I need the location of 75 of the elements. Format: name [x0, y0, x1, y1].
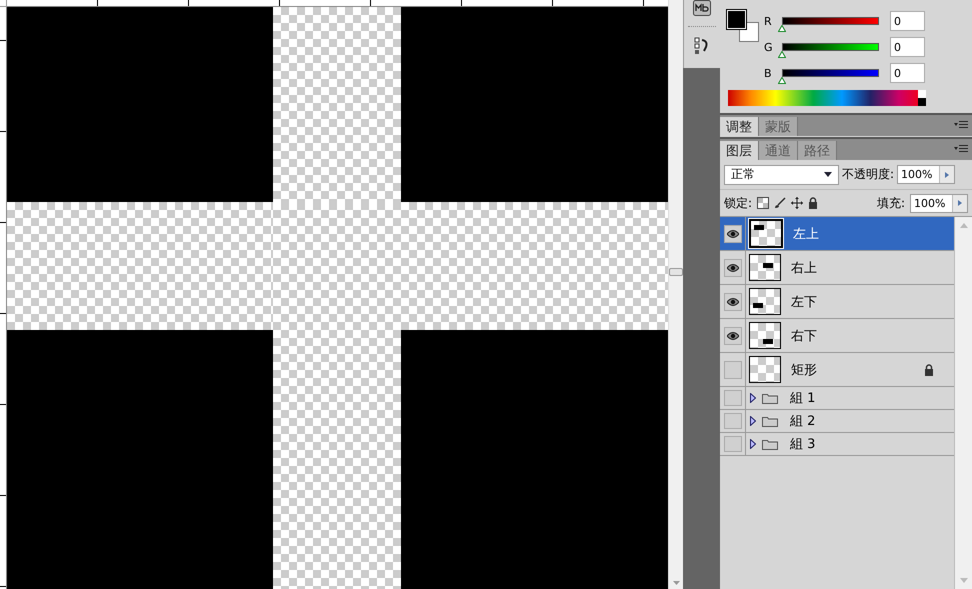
- visibility-toggle[interactable]: [724, 436, 742, 452]
- eye-icon: [726, 298, 738, 306]
- history-icon[interactable]: [694, 37, 710, 55]
- group-name: 組 2: [790, 413, 816, 430]
- panel-menu-icon[interactable]: [954, 144, 968, 153]
- layer-thumbnail: [749, 356, 781, 383]
- expand-right-icon[interactable]: [750, 439, 756, 449]
- expand-right-icon[interactable]: [750, 393, 756, 403]
- blend-mode-dropdown[interactable]: 正常: [724, 164, 839, 184]
- layer-name: 右上: [791, 260, 817, 276]
- lock-icon[interactable]: [808, 197, 818, 209]
- layer-thumbnail: [749, 322, 781, 349]
- layer-name: 左下: [791, 294, 817, 310]
- layer-row[interactable]: 右下: [720, 319, 954, 353]
- channel-label: G: [764, 40, 774, 54]
- color-swatches[interactable]: [726, 9, 760, 43]
- slider-thumb[interactable]: [778, 51, 786, 58]
- arrow-right-icon: [945, 172, 950, 178]
- group-name: 組 3: [790, 436, 816, 453]
- fill-field[interactable]: 100%: [910, 194, 968, 212]
- layer-name: 矩形: [791, 362, 817, 378]
- folder-icon: [762, 392, 778, 404]
- brush-icon[interactable]: [774, 197, 786, 209]
- expand-right-icon[interactable]: [750, 416, 756, 426]
- group-name: 組 1: [790, 390, 816, 407]
- layer-row[interactable]: 左上: [720, 217, 954, 251]
- channel-label: R: [764, 14, 773, 28]
- visibility-toggle[interactable]: [724, 326, 742, 344]
- opacity-field[interactable]: 100%: [897, 165, 956, 184]
- layer-row[interactable]: 組 3: [720, 433, 954, 456]
- layer-name: 左上: [793, 226, 819, 242]
- visibility-toggle[interactable]: [724, 224, 742, 242]
- value-field[interactable]: 0: [890, 37, 925, 57]
- eye-icon: [726, 264, 738, 272]
- color-spectrum[interactable]: [728, 90, 918, 106]
- opacity-label: 不透明度:: [842, 166, 894, 183]
- layer-row[interactable]: 組 2: [720, 410, 954, 433]
- stepper-button[interactable]: [952, 194, 967, 212]
- folder-icon: [762, 415, 778, 427]
- dropdown-arrow-icon: [824, 172, 832, 177]
- folder-icon: [762, 438, 778, 450]
- visibility-toggle[interactable]: [724, 360, 742, 378]
- slider-thumb[interactable]: [778, 25, 786, 32]
- layer-row[interactable]: 右上: [720, 251, 954, 285]
- value-field[interactable]: 0: [890, 63, 925, 83]
- layer-row[interactable]: 左下: [720, 285, 954, 319]
- value-field[interactable]: 0: [890, 11, 925, 31]
- panel-menu-icon[interactable]: [954, 120, 968, 129]
- panel-tab[interactable]: 图层: [720, 141, 759, 160]
- visibility-toggle[interactable]: [724, 390, 742, 406]
- layer-thumbnail: [749, 254, 781, 281]
- default-colors-swatch[interactable]: [918, 90, 926, 106]
- ruler-origin[interactable]: [0, 0, 7, 7]
- slider-thumb[interactable]: [778, 77, 786, 84]
- layer-name: 右下: [791, 328, 817, 344]
- arrow-right-icon: [958, 200, 962, 206]
- stepper-button[interactable]: [939, 166, 954, 183]
- visibility-toggle[interactable]: [724, 258, 742, 276]
- vertical-scrollbar[interactable]: [668, 0, 683, 589]
- layer-thumbnail: [749, 288, 781, 315]
- layer-row[interactable]: 組 1: [720, 387, 954, 410]
- eye-icon: [726, 230, 738, 238]
- eye-icon: [726, 332, 738, 340]
- channel-label: B: [764, 66, 773, 80]
- panel-tab[interactable]: 调整: [720, 117, 759, 136]
- move-icon[interactable]: [791, 197, 804, 209]
- visibility-toggle[interactable]: [724, 292, 742, 310]
- layer-row[interactable]: 矩形: [720, 353, 954, 387]
- scroll-thumb[interactable]: [669, 268, 683, 276]
- mini-bridge-icon[interactable]: [693, 0, 711, 16]
- lock-transparent-icon[interactable]: [757, 197, 770, 209]
- layer-thumbnail: [749, 219, 783, 248]
- lock-label: 锁定:: [724, 194, 752, 212]
- fill-label: 填充:: [876, 194, 905, 212]
- visibility-toggle[interactable]: [724, 413, 742, 429]
